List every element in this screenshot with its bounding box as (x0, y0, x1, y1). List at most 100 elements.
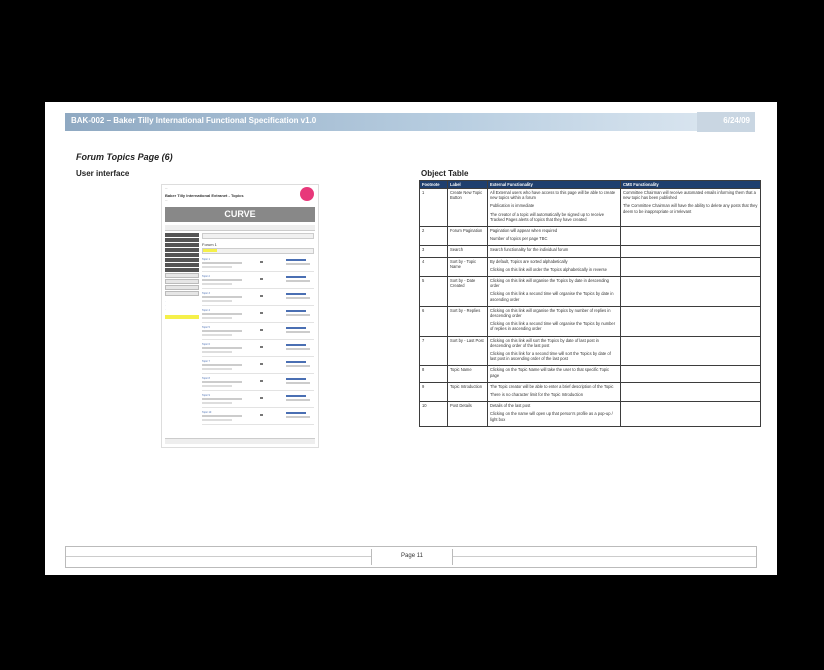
table-row: 3 Search Search functionality for the indi… (419, 245, 761, 258)
cms-cell: Committee Chairman will receive automate… (620, 187, 761, 228)
mockup-topic-name: Topic 8 (202, 377, 210, 380)
cms-cell (620, 226, 761, 247)
footnote-cell: 10 (419, 401, 448, 427)
external-text: By default, Topics are sorted alphabetic… (490, 258, 568, 264)
mockup-topic-name: Topic 9 (202, 394, 210, 397)
label-cell: Create New Topic Button (447, 187, 488, 228)
external-text: Details of the last post (490, 403, 531, 409)
label-cell: Sort by - Date Created (447, 276, 488, 307)
mockup-topic-row: Topic 7 (202, 359, 314, 374)
page-header: BAK-002 – Baker Tilly International Func… (65, 112, 755, 132)
footnote-cell: 4 (419, 256, 448, 278)
mockup-topic-row: Topic 2 (202, 274, 314, 289)
mockup-topic-row: Topic 8 (202, 376, 314, 391)
mockup-topic-name: Topic 10 (202, 411, 212, 414)
external-cell: Clicking on this link will sort the Topi… (487, 335, 621, 367)
user-interface-heading: User interface (76, 169, 130, 178)
table-row: 10 Post Details Details of the last post Cl… (419, 401, 761, 427)
footnote-cell: 1 (419, 187, 448, 228)
mockup-forum-title: Forum 1 (202, 242, 217, 247)
col-cms: CMS Functionality (620, 180, 761, 189)
mockup-banner: CURVE (165, 207, 315, 222)
mockup-topic-row: Topic 9 (202, 393, 314, 408)
external-text: Number of topics per page TBC (490, 236, 548, 242)
table-row: 7 Sort by - Last Post Clicking on this lin… (419, 335, 761, 367)
footnote-cell: 3 (419, 245, 448, 258)
external-text: Clicking on the name will open up that p… (490, 411, 613, 422)
mockup-topic-name: Topic 3 (202, 292, 210, 295)
external-text: The Topic creator will be able to enter … (490, 383, 614, 389)
footnote-cell: 9 (419, 381, 448, 403)
page-number: Page 11 (371, 549, 453, 565)
mockup-sidebar: · · · (165, 233, 199, 319)
external-cell: All External users who have access to th… (487, 187, 621, 228)
external-cell: By default, Topics are sorted alphabetic… (487, 256, 621, 278)
footnote-cell: 2 (419, 226, 448, 247)
footnote-cell: 7 (419, 335, 448, 367)
cms-text: The Committee Chairman will have the abi… (623, 203, 758, 214)
ui-mockup-image: — Baker Tilly International Extranet - T… (161, 184, 319, 448)
document-date: 6/24/09 (723, 116, 750, 125)
mockup-footer (165, 438, 315, 444)
footnote-cell: 6 (419, 305, 448, 337)
external-cell: Pagination will appear when required Numb… (487, 226, 621, 247)
footnote-cell: 5 (419, 276, 448, 307)
external-text: Publication is immediate (490, 203, 535, 209)
external-text: Clicking on this link will organise the … (490, 307, 611, 319)
mockup-topic-name: Topic 7 (202, 360, 210, 363)
label-cell: Topic Introduction (447, 381, 488, 403)
mockup-site-title: Baker Tilly International Extranet - Top… (165, 193, 244, 198)
mockup-topic-name: Topic 2 (202, 275, 210, 278)
label-cell: Sort by - Last Post (447, 335, 488, 367)
table-row: 1 Create New Topic Button All External use… (419, 187, 761, 228)
cms-cell (620, 401, 761, 427)
cms-cell (620, 335, 761, 367)
cms-cell (620, 305, 761, 337)
external-text: Clicking on this link will order the Top… (490, 266, 607, 272)
external-text: Clicking on this link for a second time … (490, 351, 611, 362)
mockup-highlight (165, 315, 199, 319)
cms-cell (620, 381, 761, 403)
col-label: Label (447, 180, 488, 189)
external-cell: Clicking on the Topic Name will take the… (487, 365, 621, 383)
object-table: Footnote Label External Functionality CM… (419, 180, 761, 427)
table-row: 2 Forum Pagination Pagination will appear … (419, 226, 761, 247)
external-text: All External users who have access to th… (490, 190, 616, 201)
cms-cell (620, 256, 761, 278)
col-external: External Functionality (487, 180, 621, 189)
mockup-topic-row: Topic 1 (202, 257, 314, 272)
col-footnote: Footnote (419, 180, 448, 189)
label-cell: Post Details (447, 401, 488, 427)
label-cell: Topic Name (447, 365, 488, 383)
mockup-topic-name: Topic 1 (202, 258, 210, 261)
mockup-topic-row: Topic 6 (202, 342, 314, 357)
mockup-user-line: — (165, 199, 168, 202)
table-row: 4 Sort by - Topic Name By default, Topics … (419, 256, 761, 278)
cms-text: Committee Chairman will receive automate… (623, 190, 756, 201)
mockup-breadcrumb: — (165, 187, 168, 190)
external-cell: Details of the last post Clicking on the … (487, 401, 621, 427)
external-text: The creator of a topic will automaticall… (490, 211, 605, 222)
external-text: Pagination will appear when required (490, 228, 558, 234)
label-cell: Search (447, 245, 488, 258)
page-footer: Page 11 (65, 546, 757, 568)
document-page: BAK-002 – Baker Tilly International Func… (45, 102, 777, 575)
mockup-content: Forum 1 Topic 1 Topic 2 Topic 3 Topic 4 Topi… (202, 233, 314, 425)
mockup-topic-name: Topic 5 (202, 326, 210, 329)
external-cell: The Topic creator will be able to enter … (487, 381, 621, 403)
external-text: There is no character limit for the Topi… (490, 392, 583, 398)
section-title: Forum Topics Page (6) (76, 152, 173, 162)
external-text: Clicking on this link a second time will… (490, 291, 614, 302)
table-row: 6 Sort by - Replies Clicking on this link … (419, 305, 761, 337)
mockup-topic-row: Topic 3 (202, 291, 314, 306)
label-cell: Forum Pagination (447, 226, 488, 247)
mockup-logo (300, 187, 314, 201)
external-text: Clicking on this link will organise the … (490, 278, 609, 289)
mockup-topic-name: Topic 4 (202, 309, 210, 312)
cms-cell (620, 245, 761, 258)
header-date-box: 6/24/09 (697, 112, 755, 132)
mockup-topic-row: Topic 4 (202, 308, 314, 323)
mockup-topic-row: Topic 10 (202, 410, 314, 425)
external-cell: Clicking on this link will organise the … (487, 276, 621, 307)
table-row: 5 Sort by - Date Created Clicking on this … (419, 276, 761, 307)
